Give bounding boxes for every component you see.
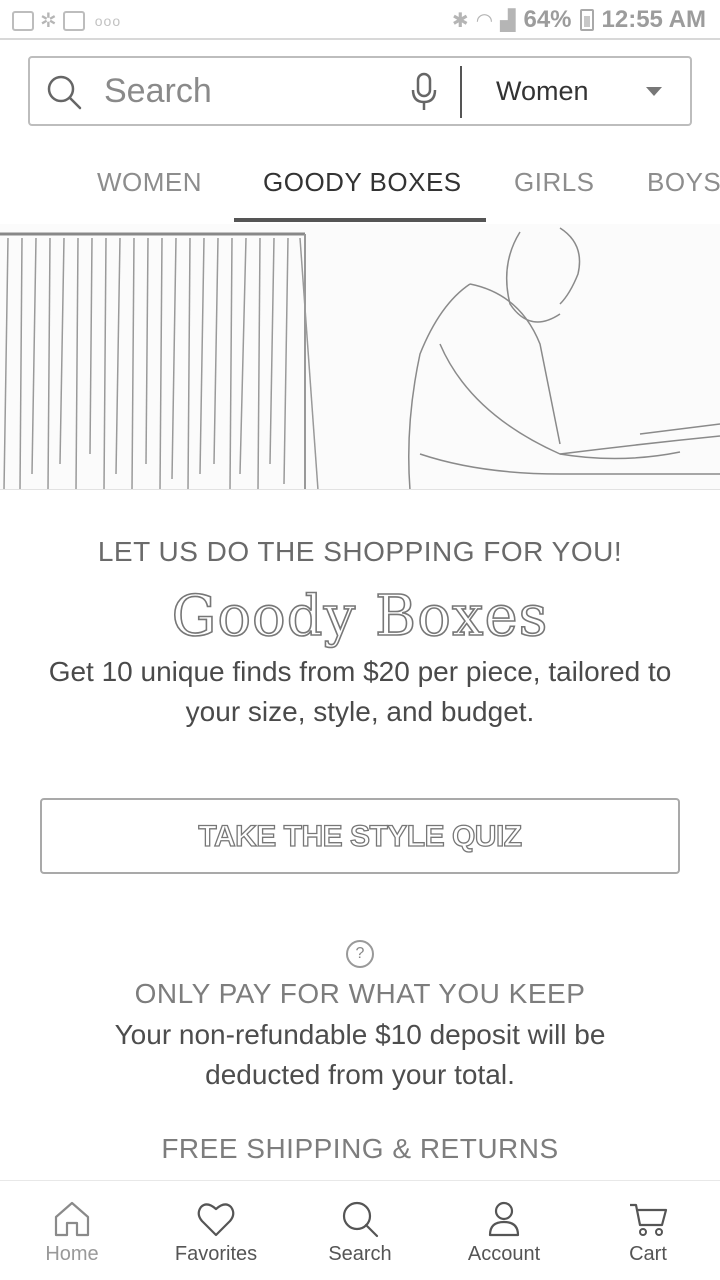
nav-account[interactable]: Account — [432, 1181, 576, 1280]
take-style-quiz-label: TAKE THE STYLE QUIZ — [198, 819, 523, 853]
nav-search[interactable]: Search — [288, 1181, 432, 1280]
chevron-down-icon — [646, 87, 662, 96]
heart-icon — [197, 1203, 235, 1237]
cart-icon — [630, 1203, 668, 1236]
battery-icon — [579, 9, 594, 31]
active-tab-indicator — [234, 218, 486, 222]
nav-home[interactable]: Home — [0, 1181, 144, 1280]
pay-section-text: Your non-refundable $10 deposit will be … — [114, 1019, 606, 1090]
status-bar: ✲ ooo ✱ ◠ ▟ 64% 12:55 AM — [0, 0, 720, 40]
promo-eyebrow: LET US DO THE SHOPPING FOR YOU! — [97, 536, 623, 567]
nav-favorites[interactable]: Favorites — [144, 1181, 288, 1280]
wifi-icon: ◠ — [476, 9, 493, 32]
account-icon — [488, 1201, 520, 1237]
nav-account-label: Account — [467, 1243, 541, 1265]
hero-image — [0, 224, 720, 490]
notification-icons: ✲ ooo — [12, 8, 121, 33]
tab-goody-boxes[interactable]: GOODY BOXES — [263, 167, 462, 198]
nav-favorites-label: Favorites — [174, 1243, 258, 1265]
bluetooth-icon: ✱ — [451, 9, 469, 32]
image-notification-icon — [12, 10, 34, 31]
promo-description: Get 10 unique finds from $20 per piece, … — [48, 656, 672, 727]
system-icons: ✱ ◠ ▟ 64% 12:55 AM — [452, 6, 706, 34]
home-icon — [54, 1201, 90, 1237]
battery-percent: 64% — [523, 6, 572, 33]
nav-cart-label: Cart — [629, 1243, 667, 1265]
department-select[interactable]: Women — [462, 58, 692, 124]
settings-notification-icon: ✲ — [40, 10, 57, 32]
bottom-navigation: Home Favorites Search Account Cart — [0, 1180, 720, 1280]
tab-boys[interactable]: BOYS — [647, 167, 720, 198]
tab-girls[interactable]: GIRLS — [514, 167, 595, 198]
search-icon — [47, 75, 82, 110]
nav-search-label: Search — [328, 1243, 392, 1265]
category-tabs: WOMEN GOODY BOXES GIRLS BOYS — [0, 145, 720, 225]
page-title: Goody Boxes — [171, 583, 549, 650]
microphone-icon[interactable] — [408, 72, 440, 112]
clock: 12:55 AM — [601, 6, 706, 33]
nav-home-label: Home — [45, 1243, 99, 1265]
shipping-section-title: FREE SHIPPING & RETURNS — [161, 1133, 559, 1164]
take-style-quiz-button[interactable]: TAKE THE STYLE QUIZ — [40, 798, 680, 874]
search-icon — [342, 1201, 379, 1238]
search-input[interactable]: Search — [104, 72, 212, 111]
more-notifications-icon: ooo — [94, 12, 122, 29]
mail-notification-icon — [62, 10, 85, 31]
help-icon[interactable]: ? — [346, 940, 374, 968]
nav-cart[interactable]: Cart — [576, 1181, 720, 1280]
signal-icon: ▟ — [500, 9, 516, 32]
pay-section-title: ONLY PAY FOR WHAT YOU KEEP — [134, 978, 586, 1009]
department-select-label: Women — [496, 76, 589, 106]
clothing-rack-illustration — [0, 224, 720, 489]
search-bar[interactable]: Search Women — [28, 56, 692, 126]
tab-women[interactable]: WOMEN — [97, 167, 202, 198]
